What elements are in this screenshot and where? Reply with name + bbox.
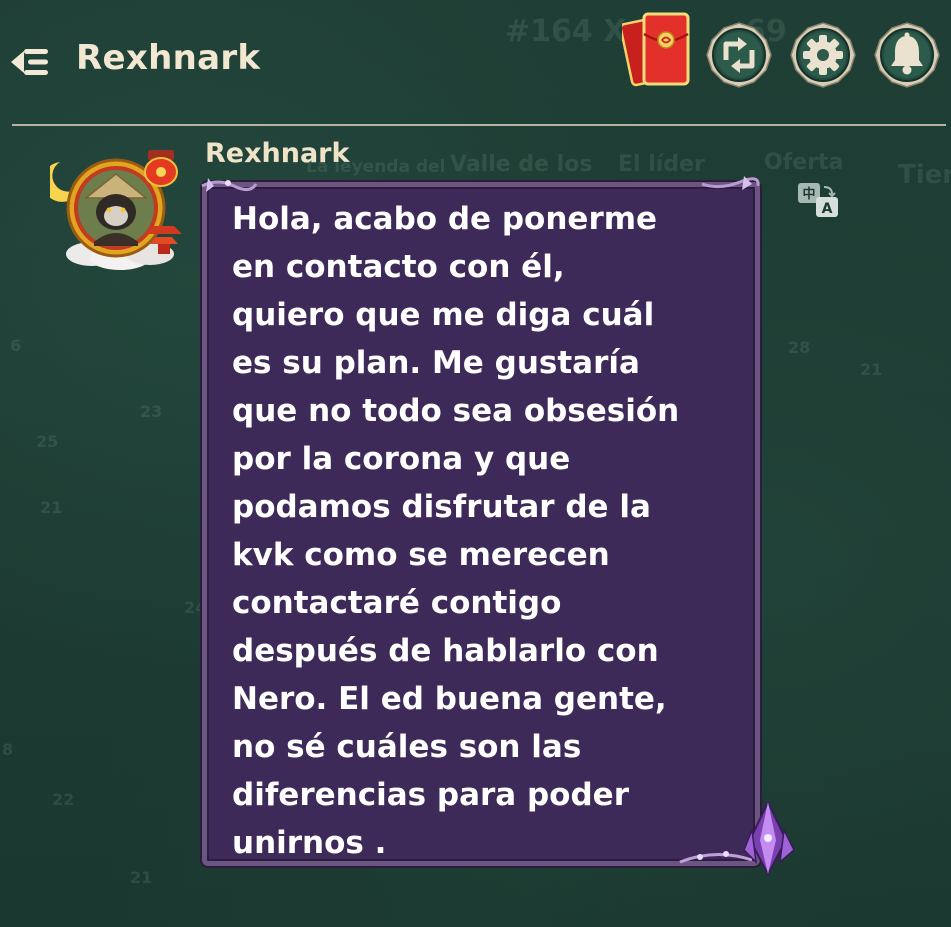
bg-number: 8 xyxy=(2,740,14,759)
bg-number: 28 xyxy=(788,338,811,357)
message-text: Hola, acabo de ponerme en contacto con é… xyxy=(232,201,680,861)
bg-number: 25 xyxy=(36,432,59,451)
vine-decoration-top-right xyxy=(701,176,760,190)
gear-icon xyxy=(790,22,856,88)
translate-source-glyph: 中 xyxy=(802,186,815,202)
back-list-icon xyxy=(11,49,48,75)
message-bubble[interactable]: Hola, acabo de ponerme en contacto con é… xyxy=(202,182,760,866)
bg-number: 22 xyxy=(52,790,75,809)
crystal-decoration xyxy=(679,800,795,877)
bg-banner-3: El líder xyxy=(618,152,705,177)
bg-banner-5: Tier xyxy=(898,160,951,190)
sender-name: Rexhnark xyxy=(205,138,350,169)
red-envelope-icon xyxy=(619,12,690,87)
settings-button[interactable] xyxy=(788,20,858,90)
notifications-button[interactable] xyxy=(872,20,942,90)
bg-number: 21 xyxy=(130,868,153,887)
bg-banner-4: Oferta xyxy=(764,150,844,175)
bg-number: 21 xyxy=(860,360,883,379)
bg-number: 21 xyxy=(40,498,63,517)
bg-banner-2: Valle de los xyxy=(450,152,593,177)
bell-icon xyxy=(874,22,940,88)
swap-icon xyxy=(706,22,772,88)
swap-button[interactable] xyxy=(704,20,774,90)
avatar-frame xyxy=(42,150,182,270)
translate-icon: 中 A xyxy=(798,183,838,217)
page-title: Rexhnark xyxy=(76,38,261,78)
back-button[interactable] xyxy=(8,42,52,82)
chat-header: Rexhnark xyxy=(0,0,951,126)
sender-avatar[interactable] xyxy=(42,146,186,276)
header-divider xyxy=(12,124,946,126)
vine-decoration-top-left xyxy=(201,178,258,192)
translate-button[interactable]: 中 A xyxy=(796,182,842,220)
translate-target-glyph: A xyxy=(822,201,833,217)
red-envelope-button[interactable] xyxy=(619,10,694,92)
bg-number: 6 xyxy=(10,336,22,355)
bg-number: 23 xyxy=(140,402,163,421)
